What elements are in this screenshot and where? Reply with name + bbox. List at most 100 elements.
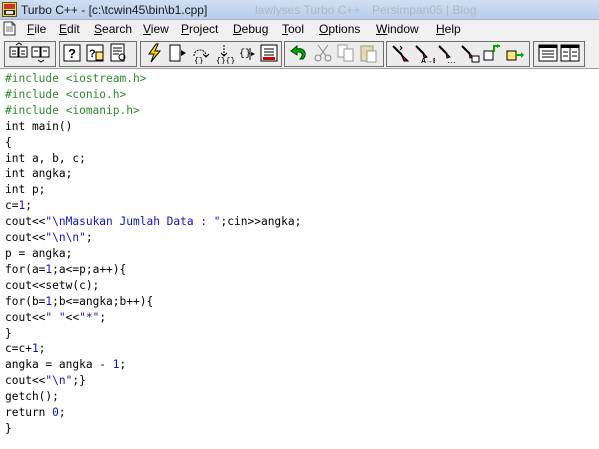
toggle-breakpoint-button[interactable] <box>258 42 280 64</box>
code-line[interactable]: p = angka; <box>5 247 72 260</box>
undo-icon <box>288 42 310 64</box>
make-button[interactable] <box>144 42 166 64</box>
step-over-button[interactable]: {} <box>190 42 212 64</box>
code-line[interactable]: } <box>5 422 12 435</box>
replace-button[interactable]: A→B <box>413 42 435 64</box>
list-view-button[interactable] <box>537 42 559 64</box>
string-token: "\n" <box>45 374 73 388</box>
code-token: ; <box>85 231 93 245</box>
code-token: return <box>5 406 53 420</box>
code-token: for(b= <box>5 294 46 308</box>
run-to-cursor-icon: {} <box>236 42 258 64</box>
code-line[interactable]: #include <conio.h> <box>5 88 126 101</box>
code-line[interactable]: c=1; <box>5 199 32 212</box>
code-line[interactable]: angka = angka - 1; <box>5 358 126 371</box>
compile-button[interactable] <box>390 42 412 64</box>
svg-text:?: ? <box>68 46 76 61</box>
code-line[interactable]: int main() <box>5 120 72 133</box>
code-line[interactable]: for(a=1;a<=p;a++){ <box>5 263 126 276</box>
code-line[interactable]: return 0; <box>5 406 66 419</box>
trace-into-button[interactable]: {}{} <box>213 42 235 64</box>
code-token: ; <box>119 358 127 372</box>
code-line[interactable]: cout<<"\n\n"; <box>5 231 93 244</box>
number-token: 1 <box>112 358 120 372</box>
menu-window[interactable]: Window <box>376 22 419 36</box>
compile-icon <box>390 42 412 64</box>
code-token: for(a= <box>5 262 46 276</box>
run-button[interactable] <box>167 42 189 64</box>
number-token: 1 <box>31 342 39 356</box>
goto-mark-button[interactable] <box>481 42 503 64</box>
string-token: "\n\n" <box>45 231 86 245</box>
cut-button[interactable] <box>312 42 334 64</box>
code-line[interactable]: #include <iomanip.h> <box>5 104 140 117</box>
code-line[interactable]: cout<<" "<<"*"; <box>5 311 106 324</box>
copy-button[interactable] <box>335 42 357 64</box>
preprocessor-token: #include <conio.h> <box>5 87 127 101</box>
code-token: ; <box>99 310 107 324</box>
code-line[interactable]: #include <iostream.h> <box>5 72 146 85</box>
replace-icon: A→B <box>413 42 435 64</box>
find-next-button[interactable]: … <box>436 42 458 64</box>
breakpoint-icon <box>258 42 280 64</box>
code-line[interactable]: cout<<"\nMasukan Jumlah Data : ";cin>>an… <box>5 215 301 228</box>
document-icon[interactable] <box>3 21 16 36</box>
run-to-cursor-button[interactable]: {} <box>236 42 258 64</box>
code-token: ;} <box>72 374 86 388</box>
menu-edit[interactable]: Edit <box>59 22 80 36</box>
menu-view[interactable]: View <box>143 22 169 36</box>
code-line[interactable]: { <box>5 136 12 149</box>
help-topic-button[interactable]: ? <box>85 42 107 64</box>
menu-project[interactable]: Project <box>181 22 218 36</box>
preprocessor-token: #include <iomanip.h> <box>5 103 140 117</box>
background-window-text: lawlyses Turbo C++ <box>255 3 361 17</box>
close-project-icon <box>30 42 52 64</box>
code-line[interactable]: int p; <box>5 183 45 196</box>
menu-help[interactable]: Help <box>436 22 461 36</box>
code-line[interactable]: cout<<"\n";} <box>5 374 86 387</box>
step-over-icon: {} <box>190 42 212 64</box>
code-token: ;cin>>angka; <box>220 215 302 229</box>
menu-file[interactable]: File <box>27 22 46 36</box>
paste-icon <box>358 42 380 64</box>
menu-tool[interactable]: Tool <box>282 22 304 36</box>
number-token: 0 <box>52 406 59 420</box>
code-line[interactable]: int angka; <box>5 167 72 180</box>
help-icon: ? <box>62 42 84 64</box>
code-line[interactable]: int a, b, c; <box>5 152 86 165</box>
find-prev-button[interactable] <box>459 42 481 64</box>
code-token: cout<< <box>5 215 46 229</box>
code-line[interactable]: } <box>5 327 12 340</box>
find-next-icon: … <box>436 42 458 64</box>
goto-next-button[interactable] <box>504 42 526 64</box>
open-project-button[interactable] <box>8 42 30 64</box>
open-project-icon <box>8 42 30 64</box>
menu-search[interactable]: Search <box>94 22 132 36</box>
code-token: cout<<setw(c); <box>5 278 100 292</box>
code-token: p = angka; <box>5 246 73 260</box>
turbo-cpp-app-icon[interactable] <box>2 2 17 17</box>
menu-options[interactable]: Options <box>319 22 360 36</box>
paste-button[interactable] <box>358 42 380 64</box>
svg-text:…: … <box>447 55 456 64</box>
source-code[interactable]: #include <iostream.h> #include <conio.h>… <box>5 71 301 437</box>
code-token: c=c+ <box>5 342 32 356</box>
search-button[interactable] <box>108 42 130 64</box>
code-editor[interactable]: #include <iostream.h> #include <conio.h>… <box>0 69 599 449</box>
code-token: cout<< <box>5 310 46 324</box>
help-button[interactable]: ? <box>62 42 84 64</box>
code-token: c= <box>5 199 19 213</box>
code-line[interactable]: c=c+1; <box>5 342 45 355</box>
undo-button[interactable] <box>288 42 310 64</box>
code-token: } <box>5 421 12 435</box>
code-line[interactable]: getch(); <box>5 390 59 403</box>
grid-view-button[interactable] <box>559 42 581 64</box>
run-icon <box>167 42 189 64</box>
code-line[interactable]: cout<<setw(c); <box>5 279 99 292</box>
find-prev-icon <box>459 42 481 64</box>
close-project-button[interactable] <box>30 42 52 64</box>
menu-debug[interactable]: Debug <box>233 22 268 36</box>
title-bar[interactable]: Turbo C++ - [c:\tcwin45\bin\b1.cpp] lawl… <box>0 0 599 20</box>
code-line[interactable]: for(b=1;b<=angka;b++){ <box>5 295 153 308</box>
toolbar: ??{}{}{}{}A→B… <box>0 38 599 69</box>
